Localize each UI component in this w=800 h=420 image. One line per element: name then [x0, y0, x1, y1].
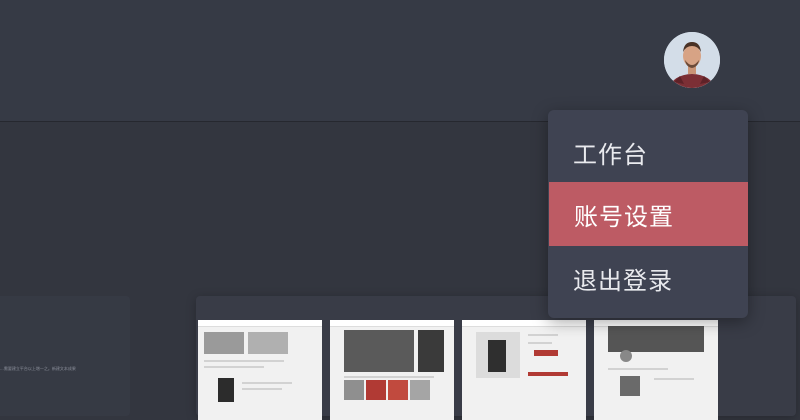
- top-header: [0, 0, 800, 122]
- menu-item-account-settings[interactable]: 账号设置: [549, 182, 748, 246]
- user-avatar-icon: [664, 32, 720, 88]
- menu-item-logout[interactable]: 退出登录: [548, 246, 748, 310]
- user-dropdown-menu: 工作台 账号设置 退出登录: [548, 110, 748, 318]
- template-thumbnail[interactable]: [462, 320, 586, 420]
- background-card: ...需要建立平台以上增一之。新建文本成果: [0, 296, 130, 416]
- template-thumbnail[interactable]: [198, 320, 322, 420]
- template-thumbnail[interactable]: [594, 320, 718, 420]
- user-avatar[interactable]: [664, 32, 720, 88]
- menu-item-workbench[interactable]: 工作台: [548, 120, 748, 184]
- card-note-text: ...需要建立平台以上增一之。新建文本成果: [0, 366, 76, 371]
- template-thumbnail[interactable]: [330, 320, 454, 420]
